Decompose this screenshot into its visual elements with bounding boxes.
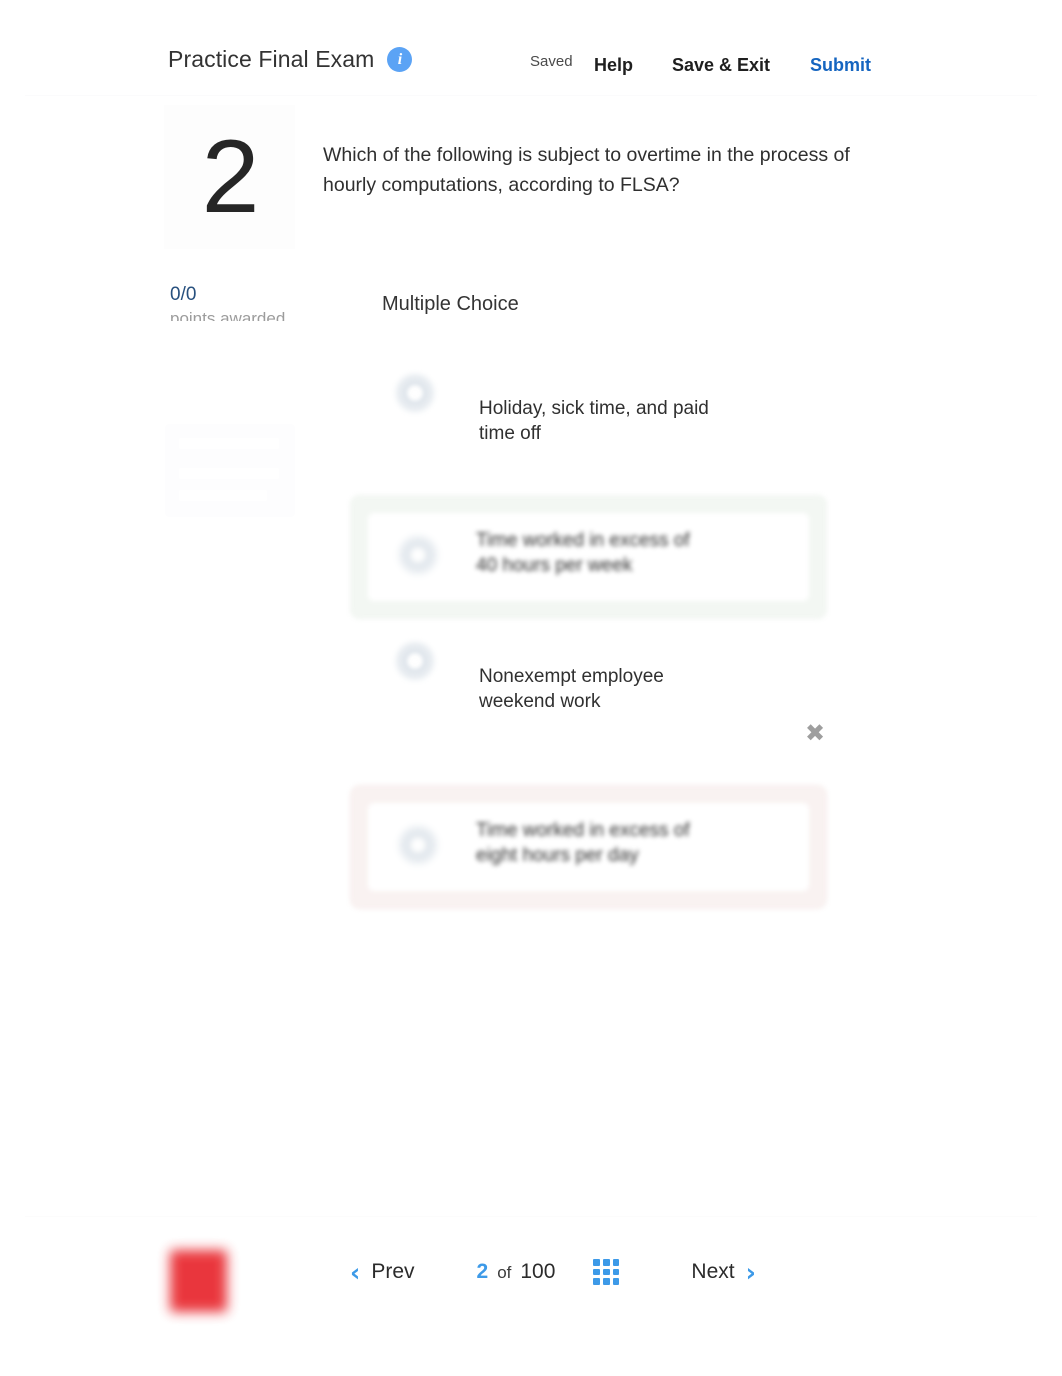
grid-cell [593,1259,601,1266]
answer-choice-label: Nonexempt employee weekend work [479,666,664,712]
pagination-controls: ‹ Prev 2 of 100 Next › [350,1249,756,1295]
chevron-right-icon: › [745,1257,756,1287]
page-title: Practice Final Exam [168,46,375,72]
grid-cell [612,1268,620,1276]
prev-button[interactable]: ‹ Prev [350,1260,415,1285]
answer-choice-1[interactable]: Holiday, sick time, and paid time off [0,370,1062,495]
grid-cell [612,1259,620,1266]
grid-cell [612,1278,620,1285]
exam-title-group: Practice Final Exam i [168,46,413,72]
total-page-count: 100 [520,1260,556,1283]
answer-choice-4[interactable]: Time worked in excess of eight hours per… [0,721,1062,925]
current-page-number: 2 [476,1260,489,1283]
next-button-label: Next [691,1260,735,1283]
page-indicator: 2 of 100 [477,1260,556,1284]
points-awarded: 0/0 points awarded [170,283,350,321]
grid-cell [603,1268,610,1276]
header-divider [25,95,1037,96]
info-icon[interactable]: i [387,47,413,72]
question-number-box: 2 [164,105,295,249]
points-value: 0/0 [170,284,197,305]
radio-button-icon[interactable] [395,532,441,578]
question-type-label: Multiple Choice [382,293,519,315]
save-and-exit-link[interactable]: Save & Exit [672,55,770,76]
answer-choice-3[interactable]: Nonexempt employee weekend work [0,638,1062,785]
footer-divider [25,1216,1037,1217]
question-grid-icon[interactable] [593,1259,620,1285]
answer-choice-list: Holiday, sick time, and paid time off Ti… [0,370,1062,925]
correct-answer-highlight: Time worked in excess of 40 hours per we… [350,495,827,619]
chevron-left-icon: ‹ [350,1257,361,1287]
radio-button-icon[interactable] [392,370,438,416]
next-button[interactable]: Next › [691,1260,756,1285]
grid-cell [593,1278,601,1285]
page-of-label: of [497,1263,512,1282]
help-link[interactable]: Help [594,55,633,76]
answer-choice-label: Time worked in excess of eight hours per… [476,820,690,866]
answer-choice-2[interactable]: Time worked in excess of 40 hours per we… [0,495,1062,638]
answer-choice-label: Holiday, sick time, and paid time off [479,398,709,444]
grid-cell [593,1268,601,1276]
incorrect-answer-highlight: Time worked in excess of eight hours per… [350,785,827,909]
footer-nav-bar: ‹ Prev 2 of 100 Next › [0,1216,1062,1376]
prev-button-label: Prev [371,1260,415,1283]
close-icon[interactable]: ✖ [804,721,826,745]
answer-choice-label: Time worked in excess of 40 hours per we… [476,530,690,576]
submit-link[interactable]: Submit [810,55,871,76]
radio-button-icon[interactable] [395,822,441,868]
question-prompt: Which of the following is subject to ove… [323,144,850,196]
saved-status: Saved [530,53,573,70]
app-header: Practice Final Exam i Saved Help Save & … [0,0,1062,96]
question-number: 2 [201,119,260,235]
brand-logo [170,1250,227,1312]
points-awarded-label: points awarded [170,309,286,321]
grid-cell [603,1278,610,1285]
grid-cell [603,1259,610,1266]
radio-button-icon[interactable] [392,638,438,684]
